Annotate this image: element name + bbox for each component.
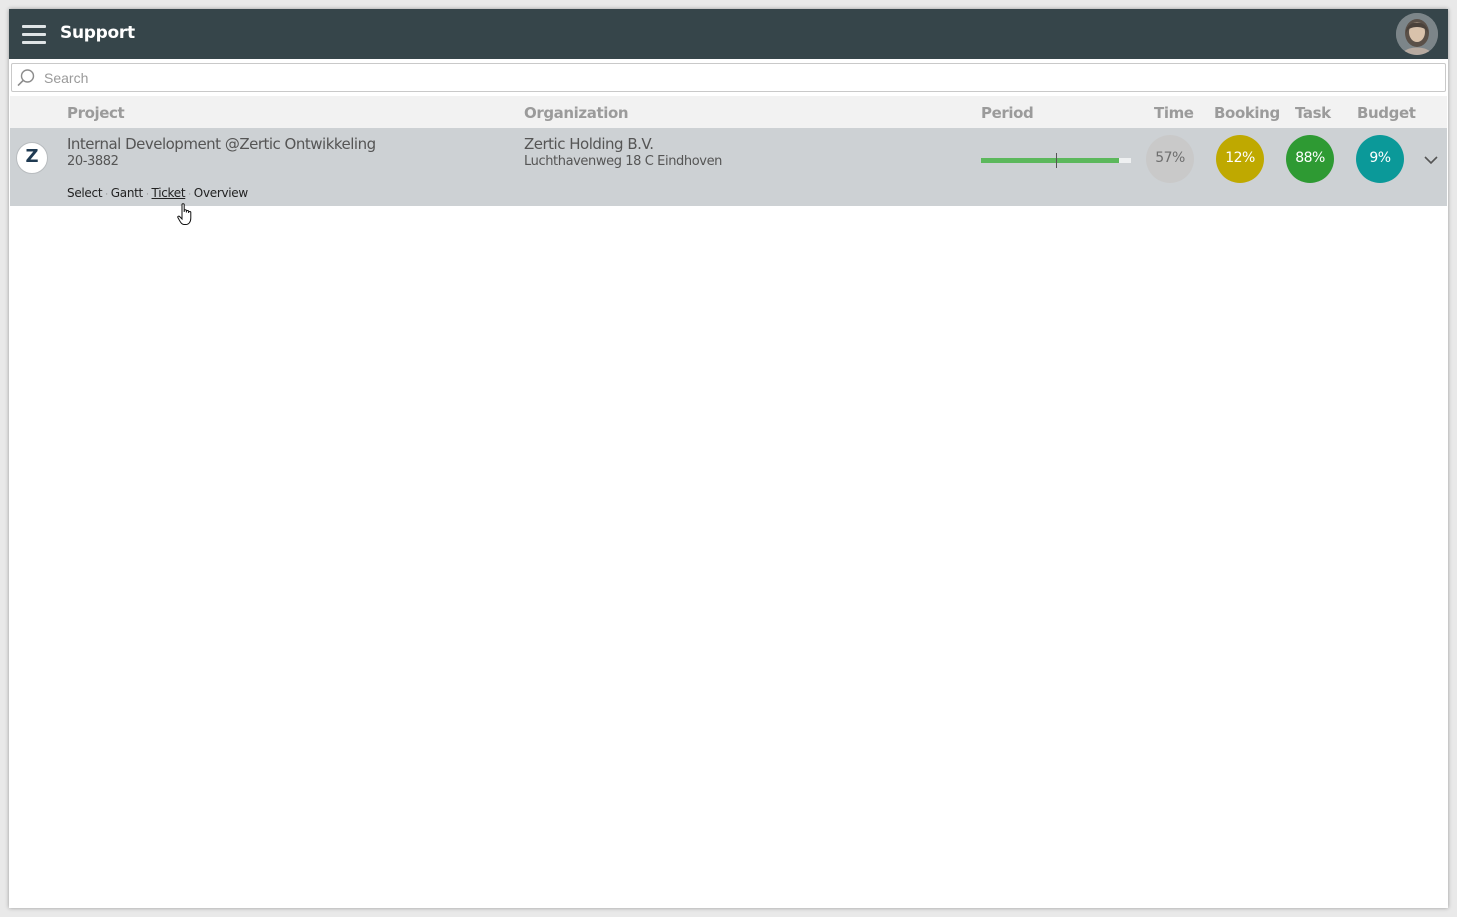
period-progress-fill	[981, 158, 1119, 163]
search-bar	[11, 63, 1446, 92]
header-task[interactable]: Task	[1295, 104, 1331, 122]
header-period[interactable]: Period	[981, 104, 1034, 122]
top-bar: Support	[9, 9, 1448, 59]
header-budget[interactable]: Budget	[1357, 104, 1416, 122]
header-organization[interactable]: Organization	[524, 104, 629, 122]
organization-logo: Z	[16, 142, 48, 174]
page-title: Support	[60, 23, 135, 43]
chevron-down-icon[interactable]	[1423, 154, 1439, 166]
hand-cursor-icon	[177, 203, 192, 225]
separator: ·	[188, 190, 191, 200]
table-row[interactable]: Z Internal Development @Zertic Ontwikkel…	[10, 128, 1447, 206]
gantt-link[interactable]: Gantt	[111, 186, 143, 200]
separator: ·	[145, 190, 149, 200]
table-header: Project Organization Period Time Booking…	[10, 96, 1447, 128]
ticket-link[interactable]: Ticket	[152, 186, 186, 200]
header-booking[interactable]: Booking	[1214, 104, 1280, 122]
avatar[interactable]	[1396, 13, 1438, 55]
task-badge: 88%	[1286, 135, 1334, 183]
app-window: Support Project Organization Period Time…	[9, 9, 1448, 908]
period-today-marker	[1056, 153, 1057, 168]
header-project[interactable]: Project	[67, 104, 125, 122]
booking-badge: 12%	[1216, 135, 1264, 183]
row-actions: Select · Gantt · Ticket · Overview	[67, 186, 248, 200]
budget-badge: 9%	[1356, 135, 1404, 183]
project-code: 20-3882	[67, 154, 119, 169]
organization-name: Zertic Holding B.V.	[524, 135, 654, 153]
search-input[interactable]	[44, 64, 1434, 91]
organization-address: Luchthavenweg 18 C Eindhoven	[524, 154, 723, 169]
search-icon	[17, 69, 35, 87]
project-name: Internal Development @Zertic Ontwikkelin…	[67, 135, 376, 153]
time-badge: 57%	[1146, 135, 1194, 183]
select-link[interactable]: Select	[67, 186, 103, 200]
overview-link[interactable]: Overview	[194, 186, 248, 200]
separator: ·	[105, 190, 108, 200]
header-time[interactable]: Time	[1154, 104, 1194, 122]
hamburger-menu-icon[interactable]	[22, 25, 46, 45]
